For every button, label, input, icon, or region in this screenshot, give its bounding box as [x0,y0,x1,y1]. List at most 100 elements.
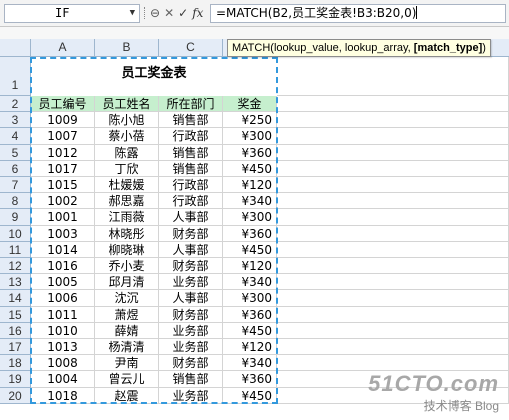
data-cell[interactable]: ¥300 [223,290,277,307]
data-cell[interactable]: 1007 [31,128,95,145]
column-header-b[interactable]: B [95,39,159,57]
data-cell[interactable]: ¥340 [223,274,277,291]
data-cell[interactable]: 财务部 [159,306,223,323]
data-cell[interactable]: ¥450 [223,322,277,339]
data-cell[interactable]: 邱月清 [95,274,159,291]
data-cell[interactable]: 财务部 [159,355,223,372]
data-cell[interactable]: 1009 [31,112,95,129]
data-cell[interactable]: 行政部 [159,193,223,210]
data-cell[interactable]: 林晓彤 [95,225,159,242]
data-cell[interactable]: ¥360 [223,306,277,323]
empty-cell[interactable] [277,339,509,356]
row-header[interactable]: 1 [0,57,31,96]
empty-cell[interactable] [277,144,509,161]
name-box[interactable]: IF ▼ [4,4,140,23]
data-cell[interactable]: 丁欣 [95,160,159,177]
row-header[interactable]: 8 [0,193,31,210]
empty-cell[interactable] [277,193,509,210]
cancel-icon[interactable]: ✕ [164,4,174,23]
worksheet-grid[interactable]: ABCD1员工奖金表2员工编号员工姓名所在部门奖金31009陈小旭销售部¥250… [0,39,509,420]
data-cell[interactable]: 乔小麦 [95,258,159,275]
header-cell[interactable]: 员工姓名 [95,96,159,113]
row-header[interactable]: 10 [0,225,31,242]
row-header[interactable]: 13 [0,274,31,291]
header-cell[interactable]: 所在部门 [159,96,223,113]
data-cell[interactable]: 1010 [31,322,95,339]
data-cell[interactable]: ¥120 [223,339,277,356]
data-cell[interactable]: 江雨薇 [95,209,159,226]
row-header[interactable]: 18 [0,355,31,372]
data-cell[interactable]: 柳晓琳 [95,241,159,258]
data-cell[interactable]: 1003 [31,225,95,242]
row-header[interactable]: 4 [0,128,31,145]
select-all-corner[interactable] [0,39,31,57]
column-header-a[interactable]: A [31,39,95,57]
data-cell[interactable]: ¥450 [223,241,277,258]
empty-cell[interactable] [277,225,509,242]
header-cell[interactable]: 员工编号 [31,96,95,113]
more-icon[interactable]: ⊖ [150,4,160,23]
data-cell[interactable]: 1004 [31,371,95,388]
row-header[interactable]: 17 [0,339,31,356]
data-cell[interactable]: 杨清清 [95,339,159,356]
row-header[interactable]: 7 [0,177,31,194]
data-cell[interactable]: 销售部 [159,144,223,161]
row-header[interactable]: 5 [0,144,31,161]
data-cell[interactable]: 1005 [31,274,95,291]
data-cell[interactable]: ¥300 [223,128,277,145]
data-cell[interactable]: 郝思嘉 [95,193,159,210]
empty-cell[interactable] [277,96,509,113]
data-cell[interactable]: 人事部 [159,241,223,258]
data-cell[interactable]: ¥300 [223,209,277,226]
data-cell[interactable]: 业务部 [159,274,223,291]
data-cell[interactable]: 人事部 [159,290,223,307]
chevron-down-icon[interactable]: ▼ [130,5,135,22]
data-cell[interactable]: 1015 [31,177,95,194]
data-cell[interactable]: 1017 [31,160,95,177]
empty-cell[interactable] [277,209,509,226]
data-cell[interactable]: ¥360 [223,371,277,388]
data-cell[interactable]: ¥250 [223,112,277,129]
data-cell[interactable]: 行政部 [159,128,223,145]
empty-cell[interactable] [277,290,509,307]
data-cell[interactable]: ¥450 [223,387,277,404]
function-tooltip[interactable]: MATCH(lookup_value, lookup_array, [match… [227,39,491,57]
data-cell[interactable]: ¥340 [223,193,277,210]
data-cell[interactable]: 尹南 [95,355,159,372]
empty-cell[interactable] [277,355,509,372]
data-cell[interactable]: 业务部 [159,387,223,404]
data-cell[interactable]: ¥360 [223,144,277,161]
data-cell[interactable]: 销售部 [159,371,223,388]
empty-cell[interactable] [277,160,509,177]
data-cell[interactable]: 曾云儿 [95,371,159,388]
data-cell[interactable]: ¥340 [223,355,277,372]
data-cell[interactable]: 1018 [31,387,95,404]
empty-cell[interactable] [277,112,509,129]
data-cell[interactable]: 萧煜 [95,306,159,323]
data-cell[interactable]: 1002 [31,193,95,210]
empty-cell[interactable] [277,322,509,339]
empty-cell[interactable] [277,241,509,258]
data-cell[interactable]: ¥120 [223,258,277,275]
formula-input[interactable]: =MATCH(B2,员工奖金表!B3:B20,0) [210,4,506,23]
data-cell[interactable]: 赵震 [95,387,159,404]
empty-cell[interactable] [277,177,509,194]
data-cell[interactable]: 1014 [31,241,95,258]
row-header[interactable]: 16 [0,322,31,339]
data-cell[interactable]: 杜媛媛 [95,177,159,194]
data-cell[interactable]: 1011 [31,306,95,323]
data-cell[interactable]: 薛婧 [95,322,159,339]
data-cell[interactable]: 1016 [31,258,95,275]
data-cell[interactable]: 蔡小蓓 [95,128,159,145]
row-header[interactable]: 11 [0,241,31,258]
title-row-filler[interactable] [277,57,509,96]
data-cell[interactable]: 1008 [31,355,95,372]
data-cell[interactable]: 1006 [31,290,95,307]
data-cell[interactable]: 沈沉 [95,290,159,307]
data-cell[interactable]: ¥360 [223,225,277,242]
tooltip-active-argument[interactable]: [match_type] [414,42,482,54]
empty-cell[interactable] [277,306,509,323]
row-header[interactable]: 15 [0,306,31,323]
row-header[interactable]: 12 [0,258,31,275]
data-cell[interactable]: 业务部 [159,322,223,339]
